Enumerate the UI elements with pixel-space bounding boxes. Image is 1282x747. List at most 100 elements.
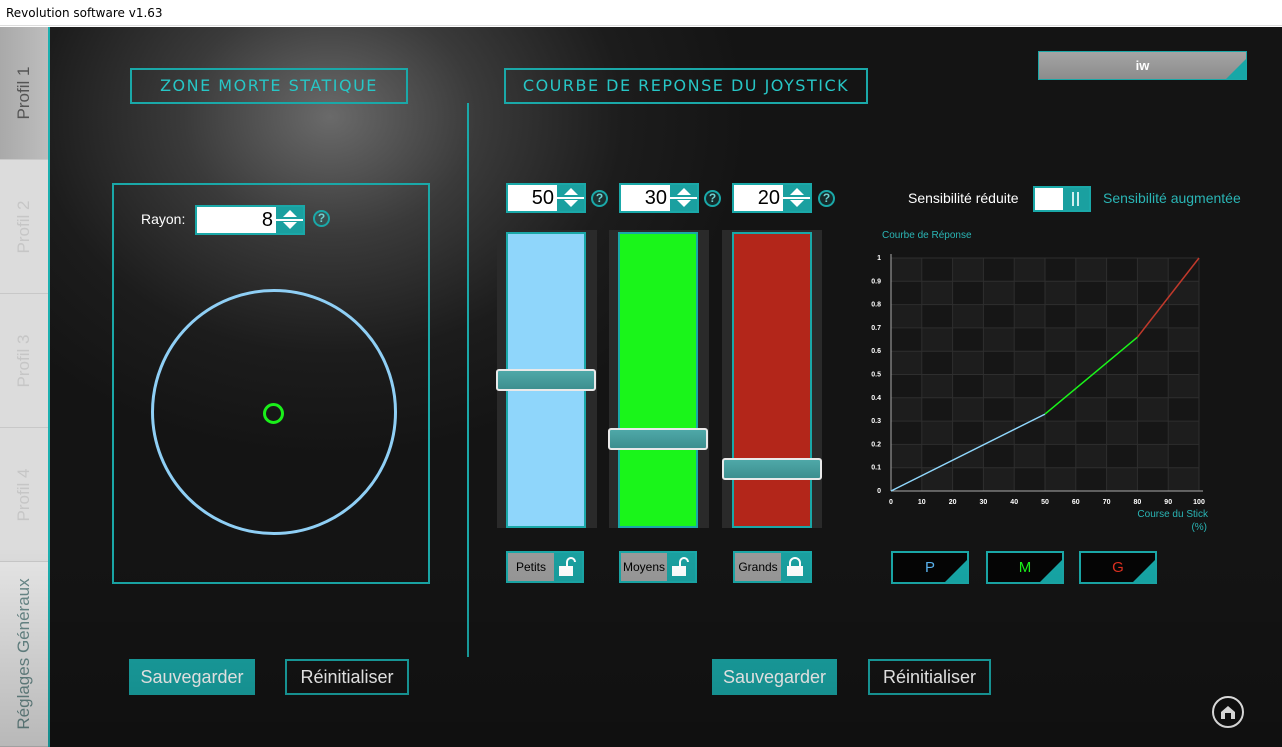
x-tick-label: 80: [1134, 499, 1142, 506]
petits-label: Petits: [508, 553, 554, 581]
tab-label: Profil 1: [14, 66, 33, 120]
grands-stepper[interactable]: 20: [732, 183, 812, 213]
tab-profil-1[interactable]: Profil 1: [0, 27, 48, 160]
curve-reset-button[interactable]: Réinitialiser: [868, 659, 991, 695]
lock-icon: [787, 557, 803, 576]
grid-cell: [1168, 421, 1199, 445]
grid-cell: [891, 444, 922, 468]
down-arrow-icon[interactable]: [283, 222, 297, 229]
grands-slider-handle[interactable]: [722, 457, 822, 480]
petits-help-icon[interactable]: ?: [591, 190, 608, 207]
down-arrow-icon[interactable]: [790, 200, 804, 207]
grid-cell: [1168, 281, 1199, 305]
grands-help-icon[interactable]: ?: [818, 190, 835, 207]
grid-cell: [1014, 351, 1045, 375]
tab-profil-2[interactable]: Profil 2: [0, 160, 48, 294]
down-arrow-icon[interactable]: [564, 200, 578, 207]
up-arrow-icon[interactable]: [677, 188, 691, 195]
deadzone-reset-button[interactable]: Réinitialiser: [285, 659, 409, 695]
x-tick-label: 10: [918, 499, 926, 506]
profile-tabs: Profil 1 Profil 2 Profil 3 Profil 4 Régl…: [0, 27, 50, 747]
grid-cell: [952, 397, 984, 422]
grands-lock-button[interactable]: Grands: [733, 551, 812, 583]
y-tick-label: 0.4: [871, 395, 881, 402]
y-tick-label: 0: [877, 488, 881, 495]
stepper-arrows[interactable]: [670, 185, 697, 211]
grid-cell: [1045, 327, 1076, 352]
grid-cell: [891, 304, 922, 328]
up-arrow-icon[interactable]: [283, 210, 297, 217]
y-tick-label: 0.1: [871, 465, 881, 472]
petits-slider-handle[interactable]: [496, 369, 596, 391]
grid-cell: [891, 351, 922, 375]
x-tick-label: 30: [980, 499, 988, 506]
tab-label: Profil 3: [14, 334, 33, 387]
x-axis-label: Course du Stick: [1137, 509, 1209, 520]
grid-cell: [891, 397, 922, 422]
grid-cell: [921, 327, 953, 352]
preset-m-button[interactable]: M: [986, 551, 1064, 584]
user-label: iw: [1135, 58, 1150, 73]
tab-label: Profil 2: [14, 200, 33, 253]
user-button[interactable]: iw: [1038, 51, 1247, 80]
sensitivity-toggle[interactable]: [1033, 186, 1091, 212]
moyens-help-icon[interactable]: ?: [704, 190, 721, 207]
moyens-slider-fill: [618, 232, 698, 528]
stepper-arrows[interactable]: [783, 185, 810, 211]
stepper-arrows[interactable]: [276, 207, 303, 233]
up-arrow-icon[interactable]: [564, 188, 578, 195]
curve-save-button[interactable]: Sauvegarder: [712, 659, 837, 695]
grid-cell: [1106, 467, 1138, 491]
tab-profil-3[interactable]: Profil 3: [0, 294, 48, 428]
grid-cell: [1106, 281, 1138, 305]
x-tick-label: 100: [1193, 499, 1205, 506]
petits-stepper[interactable]: 50: [506, 183, 586, 213]
grid-cell: [1168, 327, 1199, 352]
grid-cell: [1106, 374, 1138, 398]
tab-label: Profil 4: [14, 468, 33, 521]
stepper-arrows[interactable]: [557, 185, 584, 211]
grid-cell: [1045, 374, 1076, 398]
up-arrow-icon[interactable]: [790, 188, 804, 195]
toggle-knob[interactable]: [1063, 188, 1089, 210]
x-tick-label: 70: [1103, 499, 1111, 506]
window-title: Revolution software v1.63: [6, 6, 163, 20]
x-axis-unit: (%): [1191, 522, 1207, 533]
moyens-lock-button[interactable]: Moyens: [619, 551, 697, 583]
grid-cell: [952, 258, 984, 282]
grid-cell: [1075, 444, 1107, 468]
grid-cell: [921, 467, 953, 491]
down-arrow-icon[interactable]: [677, 200, 691, 207]
tab-profil-4[interactable]: Profil 4: [0, 428, 48, 562]
grid-cell: [921, 374, 953, 398]
curve-header: COURBE DE REPONSE DU JOYSTICK: [504, 68, 868, 104]
deadzone-save-button[interactable]: Sauvegarder: [129, 659, 255, 695]
preset-p-button[interactable]: P: [891, 551, 969, 584]
grid-cell: [983, 327, 1015, 352]
home-button[interactable]: [1212, 696, 1244, 728]
tab-reglages-generaux[interactable]: Réglages Généraux: [0, 562, 48, 747]
unlock-icon: [559, 557, 576, 576]
grid-cell: [1168, 374, 1199, 398]
grid-cell: [1045, 467, 1076, 491]
grid-cell: [1014, 444, 1045, 468]
grid-cell: [1014, 258, 1045, 282]
petits-value: 50: [531, 187, 554, 209]
radius-label: Rayon:: [141, 211, 186, 227]
moyens-slider-handle[interactable]: [608, 428, 708, 451]
grid-cell: [1014, 304, 1045, 328]
preset-g-button[interactable]: G: [1079, 551, 1157, 584]
x-tick-label: 90: [1164, 499, 1172, 506]
grid-cell: [952, 304, 984, 328]
grid-cell: [1075, 397, 1107, 422]
petits-lock-button[interactable]: Petits: [506, 551, 584, 583]
x-tick-label: 50: [1041, 499, 1049, 506]
corner-decoration: [1226, 59, 1246, 79]
moyens-stepper[interactable]: 30: [619, 183, 699, 213]
grid-cell: [983, 467, 1015, 491]
y-tick-label: 0.7: [871, 325, 881, 332]
grid-cell: [1075, 304, 1107, 328]
grid-cell: [921, 281, 953, 305]
radius-help-icon[interactable]: ?: [313, 210, 330, 227]
radius-stepper[interactable]: 8: [195, 205, 305, 235]
